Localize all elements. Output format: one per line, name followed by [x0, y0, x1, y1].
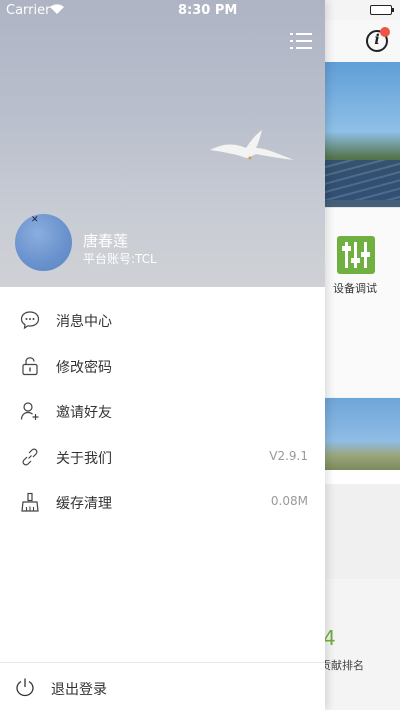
seagull-image: [210, 130, 294, 160]
device-debug-label: 设备调试: [333, 282, 377, 295]
menu-item-invite-friends[interactable]: 邀请好友: [0, 389, 325, 435]
background-section: [325, 484, 400, 579]
menu-item-clear-cache[interactable]: 缓存清理 0.08M: [0, 480, 325, 526]
carrier-label: Carrier: [6, 3, 51, 18]
solar-panels: [325, 160, 400, 200]
menu-item-messages[interactable]: 消息中心: [0, 298, 325, 344]
battery-icon: [370, 5, 394, 15]
add-user-icon: [20, 402, 39, 420]
power-icon: [16, 678, 34, 697]
equalizer-icon[interactable]: [337, 236, 375, 274]
menu-item-label: 修改密码: [56, 359, 112, 376]
version-label: V2.9.1: [269, 448, 308, 463]
menu-item-label: 关于我们: [56, 450, 112, 467]
user-account: 平台账号:TCL: [83, 252, 157, 266]
screen: i 设备调试 4 贡献排名 ✕ 唐春莲 平台账号:TCL 消息中心 修改密码 邀…: [0, 0, 400, 710]
cache-size-label: 0.08M: [270, 494, 308, 508]
menu-item-about-us[interactable]: 关于我们 V2.9.1: [0, 435, 325, 481]
rank-label: 贡献排名: [320, 659, 364, 672]
list-menu-icon[interactable]: [290, 32, 312, 50]
profile-header: ✕ 唐春莲 平台账号:TCL: [0, 0, 325, 287]
avatar[interactable]: [15, 214, 72, 271]
broom-icon: [21, 492, 39, 512]
logout-button[interactable]: 退出登录: [0, 662, 325, 710]
message-icon: [20, 311, 40, 330]
avatar-mark-icon: ✕: [31, 215, 39, 225]
lock-icon: [22, 356, 38, 375]
menu-item-label: 缓存清理: [56, 496, 112, 512]
menu-item-label: 邀请好友: [56, 405, 112, 421]
user-name: 唐春莲: [83, 232, 129, 250]
menu-item-change-password[interactable]: 修改密码: [0, 344, 325, 390]
wifi-icon: [50, 4, 64, 14]
notification-dot: [380, 27, 390, 37]
side-drawer: ✕ 唐春莲 平台账号:TCL 消息中心 修改密码 邀请好友 关于我们 V2.9.…: [0, 0, 325, 710]
image-caption-strip: [325, 470, 400, 484]
landscape-image: [325, 398, 400, 470]
clock: 8:30 PM: [178, 3, 238, 18]
menu-item-label: 消息中心: [56, 314, 112, 330]
drawer-menu: 消息中心 修改密码 邀请好友 关于我们 V2.9.1 缓存清理 0.08M: [0, 298, 325, 526]
link-icon: [22, 448, 38, 465]
logout-label: 退出登录: [51, 682, 107, 698]
status-bar: Carrier 8:30 PM: [0, 0, 400, 20]
